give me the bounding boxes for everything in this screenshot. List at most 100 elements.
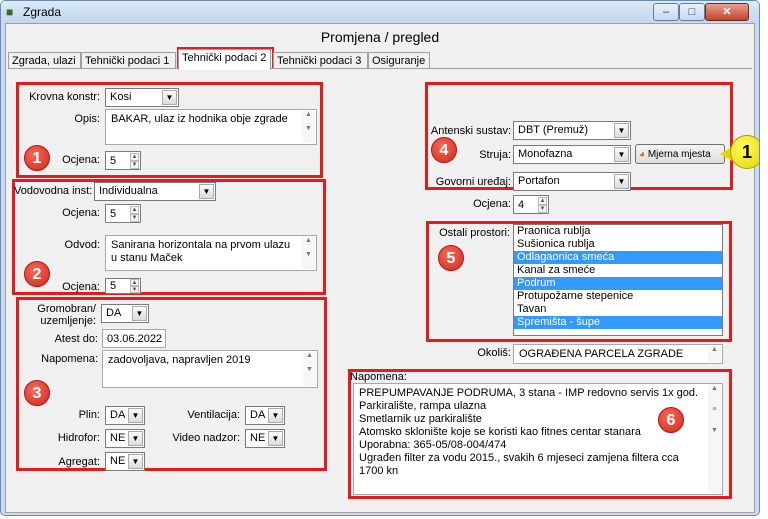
video-select[interactable]: NE ▼ <box>245 429 285 448</box>
lightning-label: Gromobran/ uzemljenje: <box>37 303 96 327</box>
list-item[interactable]: Tavan <box>514 303 722 316</box>
list-item[interactable]: Kanal za smeće <box>514 264 722 277</box>
drain-grade-spinner[interactable]: 5 ▲ ▼ <box>105 278 141 294</box>
antenna-value: DBT (Premuž) <box>518 124 589 136</box>
gas-select[interactable]: DA ▼ <box>105 406 145 425</box>
main-window: ■ Zgrada – □ ✕ Promjena / pregled Zgrada… <box>0 0 760 516</box>
close-button[interactable]: ✕ <box>705 3 749 21</box>
roof-type-select[interactable]: Kosi ▼ <box>105 88 179 107</box>
antenna-grade-value: 4 <box>518 199 525 211</box>
chevron-down-icon: ▼ <box>268 431 283 446</box>
lightning-value: DA <box>106 307 122 319</box>
scrollbar[interactable]: ▲ ▼ <box>302 111 315 143</box>
list-item[interactable]: Praonica rublja <box>514 225 722 238</box>
list-item[interactable]: Protupožarne stepenice <box>514 290 722 303</box>
hydro-select[interactable]: NE ▼ <box>105 429 145 448</box>
spin-up-icon[interactable]: ▲ <box>130 206 139 214</box>
roof-desc-label: Opis: <box>74 113 100 125</box>
cert-label: Atest do: <box>54 333 98 345</box>
lightning-note-field[interactable]: zadovoljava, napravljen 2019 ▲ ▼ <box>102 350 318 388</box>
water-grade-spinner[interactable]: 5 ▲ ▼ <box>105 204 141 223</box>
list-item[interactable]: Odlagaonica smeća <box>514 251 722 264</box>
client-area: Promjena / pregled Zgrada, ulazi Tehničk… <box>5 23 759 513</box>
meter-points-label: Mjerna mjesta <box>647 149 711 160</box>
surroundings-label: Okoliš: <box>477 347 511 359</box>
chevron-down-icon: ▼ <box>614 123 629 138</box>
cert-date-field[interactable]: 03.06.2022 <box>102 329 166 348</box>
tab-panel: Krovna konstr: Kosi ▼ Opis: BAKAR, ulaz … <box>8 68 759 511</box>
spin-down-icon[interactable]: ▼ <box>130 286 139 293</box>
chevron-down-icon: ▼ <box>128 431 143 446</box>
marker-2: 2 <box>24 261 50 287</box>
spin-down-icon[interactable]: ▼ <box>130 161 139 169</box>
power-value: Monofazna <box>518 148 573 160</box>
lightning-select[interactable]: DA ▼ <box>101 304 149 323</box>
power-select[interactable]: Monofazna ▼ <box>513 145 631 164</box>
antenna-grade-spinner[interactable]: 4 ▲ ▼ <box>513 195 549 214</box>
lightning-note-label: Napomena: <box>41 353 98 365</box>
water-grade-label: Ocjena: <box>62 207 100 219</box>
note-label: Napomena: <box>350 371 407 383</box>
drain-grade-value: 5 <box>110 280 117 292</box>
chevron-down-icon: ▼ <box>128 454 143 469</box>
surroundings-field[interactable]: OGRAĐENA PARCELA ZGRADE ▲ <box>513 344 723 364</box>
list-item[interactable]: Sušionica rublja <box>514 238 722 251</box>
spin-down-icon[interactable]: ▼ <box>538 205 547 213</box>
meter-points-button[interactable]: ◕ Mjerna mjesta <box>635 144 725 164</box>
water-inst-select[interactable]: Individualna ▼ <box>94 182 216 201</box>
roof-type-label: Krovna konstr: <box>29 91 100 103</box>
hydro-value: NE <box>110 432 126 444</box>
spin-up-icon[interactable]: ▲ <box>130 279 139 286</box>
spin-up-icon[interactable]: ▲ <box>538 197 547 205</box>
water-inst-value: Individualna <box>99 185 158 197</box>
intercom-select[interactable]: Portafon ▼ <box>513 172 631 191</box>
minimize-button[interactable]: – <box>653 3 679 21</box>
list-item[interactable]: Podrum <box>514 277 722 290</box>
lightning-note-value: zadovoljava, napravljen 2019 <box>108 354 251 366</box>
rooms-list[interactable]: Praonica rublja Sušionica rublja Odlagaoni… <box>513 224 723 336</box>
ventilation-select[interactable]: DA ▼ <box>245 406 285 425</box>
scrollbar[interactable]: ▲ <box>708 346 721 362</box>
marker-5: 5 <box>438 245 464 271</box>
chevron-down-icon: ▼ <box>128 408 143 423</box>
generator-select[interactable]: NE ▼ <box>105 452 145 471</box>
roof-type-value: Kosi <box>110 91 132 103</box>
video-label: Video nadzor: <box>172 432 240 444</box>
water-grade-value: 5 <box>110 208 117 220</box>
generator-value: NE <box>110 455 126 467</box>
window-title: Zgrada <box>23 5 62 19</box>
maximize-button[interactable]: □ <box>679 3 705 21</box>
roof-desc-field[interactable]: BAKAR, ulaz iz hodnika obje zgrade ▲ ▼ <box>105 109 317 145</box>
intercom-value: Portafon <box>518 175 560 187</box>
tab-tehnicki-2[interactable]: Tehnički podaci 2 <box>178 49 271 70</box>
chevron-down-icon: ▼ <box>132 306 147 321</box>
ok-button[interactable]: ✓ Ok <box>639 515 726 516</box>
callout-1: 1 <box>730 135 759 169</box>
cert-date-value: 03.06.2022 <box>107 333 163 345</box>
ventilation-value: DA <box>250 409 266 421</box>
list-item[interactable]: Spremišta - šupe <box>514 316 722 329</box>
page-title: Promjena / pregled <box>320 29 440 45</box>
chevron-down-icon: ▼ <box>162 90 177 105</box>
scrollbar[interactable]: ▲ ▼ <box>302 237 315 269</box>
chevron-down-icon: ▼ <box>268 408 283 423</box>
hydro-label: Hidrofor: <box>57 432 100 444</box>
marker-3: 3 <box>24 380 50 406</box>
spin-up-icon[interactable]: ▲ <box>130 153 139 161</box>
marker-6: 6 <box>658 407 684 433</box>
chevron-down-icon: ▼ <box>614 174 629 189</box>
generator-label: Agregat: <box>58 456 100 468</box>
spin-down-icon[interactable]: ▼ <box>130 214 139 222</box>
meter-icon: ◕ <box>639 149 646 160</box>
antenna-select[interactable]: DBT (Premuž) ▼ <box>513 121 631 140</box>
building-icon: ■ <box>6 5 14 19</box>
scrollbar[interactable]: ▲ ≡ ▼ <box>708 385 721 493</box>
note-field[interactable]: PREPUMPAVANJE PODRUMA, 3 stana - IMP red… <box>353 383 723 495</box>
marker-1: 1 <box>24 145 50 171</box>
drain-field[interactable]: Sanirana horizontala na prvom ulazu u st… <box>105 235 317 271</box>
roof-grade-spinner[interactable]: 5 ▲ ▼ <box>105 151 141 170</box>
video-value: NE <box>250 432 266 444</box>
chevron-down-icon: ▼ <box>614 147 629 162</box>
ventilation-label: Ventilacija: <box>187 409 240 421</box>
scrollbar[interactable]: ▲ ▼ <box>303 352 316 386</box>
